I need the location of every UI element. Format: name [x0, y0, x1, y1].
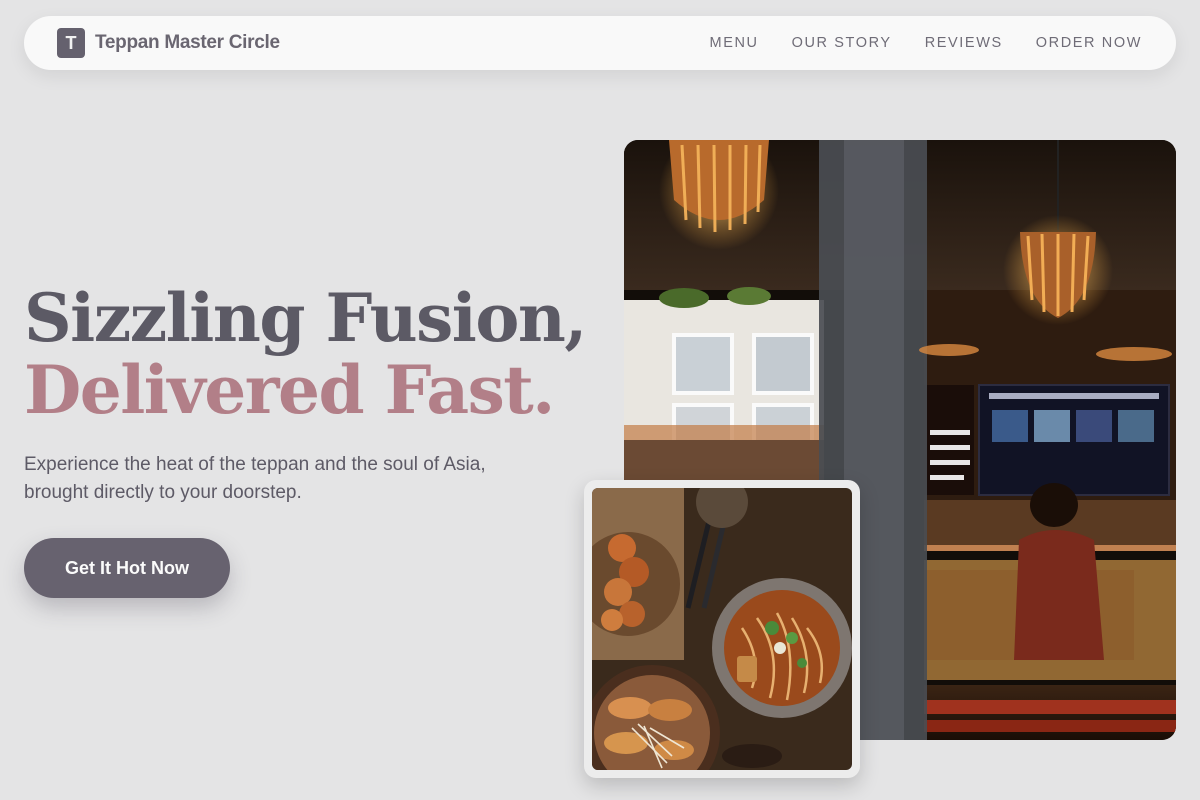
landing-page: T Teppan Master Circle MENU OUR STORY RE…	[0, 0, 1200, 800]
hero-subtitle: Experience the heat of the teppan and th…	[24, 454, 486, 503]
nav-links: MENU OUR STORY REVIEWS ORDER NOW	[710, 35, 1142, 51]
navbar: T Teppan Master Circle MENU OUR STORY RE…	[24, 16, 1176, 70]
brand[interactable]: T Teppan Master Circle	[57, 28, 280, 58]
nav-link-our-story[interactable]: OUR STORY	[792, 35, 892, 51]
nav-link-order-now[interactable]: ORDER NOW	[1036, 35, 1142, 51]
get-it-hot-now-button[interactable]: Get It Hot Now	[24, 538, 230, 598]
hero-headline-line1: Sizzling Fusion,	[24, 279, 587, 357]
hero-headline-line2: Delivered Fast.	[24, 351, 555, 429]
hero-headline: Sizzling Fusion, Delivered Fast.	[24, 279, 587, 429]
nav-link-menu[interactable]: MENU	[710, 35, 759, 51]
nav-link-reviews[interactable]: REVIEWS	[925, 35, 1003, 51]
brand-logo-icon: T	[57, 28, 85, 58]
food-dishes-image	[584, 480, 860, 778]
brand-name: Teppan Master Circle	[95, 32, 280, 53]
